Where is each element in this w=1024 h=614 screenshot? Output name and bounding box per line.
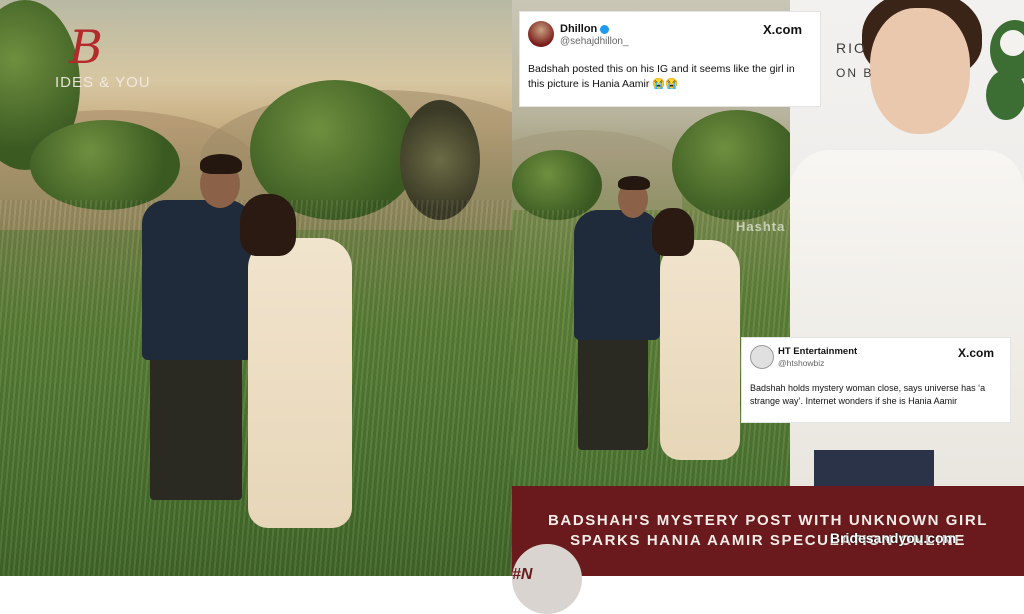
logo-letter: B xyxy=(69,20,103,74)
tweet-author-handle: @sehajdhillon_ xyxy=(560,36,629,47)
site-watermark: Bridesandyou.com xyxy=(830,530,957,546)
tweet-text: Badshah holds mystery woman close, says … xyxy=(750,383,986,406)
tweet-author-handle: @htshowbiz xyxy=(778,358,825,368)
headline-line-1: BADSHAH'S MYSTERY POST WITH UNKNOWN GIRL xyxy=(547,512,989,529)
photo-watermark: Hashta xyxy=(736,219,786,234)
avatar xyxy=(750,345,774,369)
brand-logo: B IDES & YOU xyxy=(55,22,165,94)
tweet-author-name: HT Entertainment xyxy=(778,346,858,357)
tweet-card-dhillon: Dhillon @sehajdhillon_ X.com Badshah pos… xyxy=(520,12,820,106)
x-logo-icon: X.com xyxy=(763,22,803,37)
x-logo-icon: X.com xyxy=(958,346,995,360)
corner-badge-text: #N xyxy=(512,566,533,583)
tweet-author-name: Dhillon xyxy=(560,23,610,35)
background-brand-text-1: RIO xyxy=(836,40,867,56)
main-photo: B IDES & YOU xyxy=(0,0,512,576)
corner-badge: #N xyxy=(512,544,582,614)
background-brand-text-2: ON B xyxy=(836,66,874,80)
logo-text: IDES & YOU xyxy=(55,74,151,91)
avatar xyxy=(528,21,554,47)
tweet-text: Badshah posted this on his IG and it see… xyxy=(528,63,795,90)
verified-badge-icon xyxy=(600,24,610,34)
tweet-card-ht: HT Entertainment @htshowbiz X.com Badsha… xyxy=(742,338,1010,422)
